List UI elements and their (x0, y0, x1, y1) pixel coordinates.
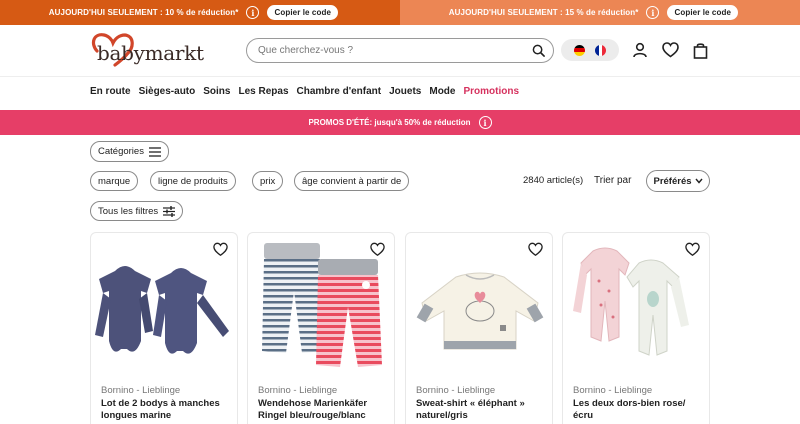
product-title[interactable]: Sweat-shirt « éléphant » naturel/gris (416, 398, 550, 422)
sort-value: Préférés (653, 175, 692, 187)
copy-code-button-right[interactable]: Copier le code (667, 5, 738, 20)
sliders-icon (163, 205, 176, 217)
product-card[interactable]: Bornino - Lieblinge Wendehose Marienkäfe… (247, 232, 395, 424)
sort-dropdown[interactable]: Préférés (646, 170, 710, 192)
site-header: babymarkt Que cherchez-vous ? (0, 25, 800, 77)
filter-chip-label: prix (260, 175, 276, 187)
logo-text[interactable]: babymarkt (97, 41, 204, 65)
filter-chip-label: marque (98, 175, 131, 187)
account-icon[interactable] (630, 40, 650, 60)
search-icon[interactable] (532, 44, 545, 57)
filter-chip-label: âge convient à partir de (302, 175, 402, 187)
product-brand: Bornino - Lieblinge (101, 385, 181, 396)
promo-left: AUJOURD'HUI SEULEMENT : 10 % de réductio… (0, 0, 400, 25)
promo-right: AUJOURD'HUI SEULEMENT : 15 % de réductio… (400, 0, 800, 25)
nav-item-jouets[interactable]: Jouets (389, 86, 421, 97)
de-flag-icon[interactable] (574, 44, 585, 56)
info-icon[interactable]: i (646, 6, 660, 19)
nav-item-en-route[interactable]: En route (90, 86, 131, 97)
filter-chip-age[interactable]: âge convient à partir de (294, 171, 410, 191)
promo-top-bar: AUJOURD'HUI SEULEMENT : 10 % de réductio… (0, 0, 800, 25)
promo-left-text: AUJOURD'HUI SEULEMENT : 10 % de réductio… (48, 8, 239, 17)
filter-chip-ligne-de-produits[interactable]: ligne de produits (150, 171, 236, 191)
nav-item-promotions[interactable]: Promotions (463, 86, 519, 97)
product-card[interactable]: Bornino - Lieblinge Lot de 2 bodys à man… (90, 232, 238, 424)
nav-item-les-repas[interactable]: Les Repas (238, 86, 288, 97)
nav-item-sieges-auto[interactable]: Sièges-auto (139, 86, 196, 97)
wishlist-heart-icon[interactable] (660, 40, 680, 60)
fr-flag-icon[interactable] (595, 44, 606, 56)
promo-right-text: AUJOURD'HUI SEULEMENT : 15 % de réductio… (448, 8, 639, 17)
all-filters-button[interactable]: Tous les filtres (90, 201, 184, 221)
product-card[interactable]: Bornino - Lieblinge Sweat-shirt « élépha… (405, 232, 553, 424)
shopping-bag-icon[interactable] (690, 40, 710, 60)
categories-label: Catégories (98, 146, 144, 157)
all-filters-label: Tous les filtres (98, 205, 159, 217)
product-brand: Bornino - Lieblinge (573, 385, 653, 396)
search-input[interactable]: Que cherchez-vous ? (246, 38, 554, 63)
search-placeholder[interactable]: Que cherchez-vous ? (258, 45, 532, 56)
product-title[interactable]: Wendehose Marienkäfer Ringel bleu/rouge/… (258, 398, 392, 422)
product-title[interactable]: Les deux dors-bien rose/ écru (573, 398, 707, 422)
banner-text: PROMOS D'ÉTÉ: jusqu'à 50% de réduction (308, 118, 471, 127)
menu-lines-icon (148, 146, 161, 157)
info-icon[interactable]: i (246, 6, 260, 19)
product-image-navy-bodysuits[interactable] (91, 241, 238, 371)
filter-chip-marque[interactable]: marque (90, 171, 139, 191)
copy-code-button-left[interactable]: Copier le code (267, 5, 338, 20)
results-count: 2840 article(s) (523, 175, 584, 186)
nav-item-chambre-enfant[interactable]: Chambre d'enfant (297, 86, 382, 97)
product-card[interactable]: Bornino - Lieblinge Les deux dors-bien r… (562, 232, 710, 424)
filter-chip-prix[interactable]: prix (252, 171, 284, 191)
filter-chip-label: ligne de produits (158, 175, 228, 187)
main-nav: En route Sièges-auto Soins Les Repas Cha… (90, 86, 519, 97)
summer-sale-banner[interactable]: PROMOS D'ÉTÉ: jusqu'à 50% de réduction i (0, 110, 800, 135)
product-brand: Bornino - Lieblinge (258, 385, 338, 396)
nav-item-mode[interactable]: Mode (429, 86, 455, 97)
sort-label: Trier par (594, 175, 632, 186)
product-title[interactable]: Lot de 2 bodys à manches longues marine (101, 398, 235, 422)
language-switcher[interactable] (561, 39, 619, 61)
chevron-down-icon (694, 178, 703, 184)
product-image-reversible-pants[interactable] (248, 241, 395, 371)
product-image-elephant-sweatshirt[interactable] (406, 241, 553, 371)
categories-button[interactable]: Catégories (90, 141, 169, 162)
nav-item-soins[interactable]: Soins (203, 86, 230, 97)
product-brand: Bornino - Lieblinge (416, 385, 496, 396)
info-icon[interactable]: i (478, 116, 492, 129)
product-image-sleepsuits[interactable] (563, 241, 710, 371)
